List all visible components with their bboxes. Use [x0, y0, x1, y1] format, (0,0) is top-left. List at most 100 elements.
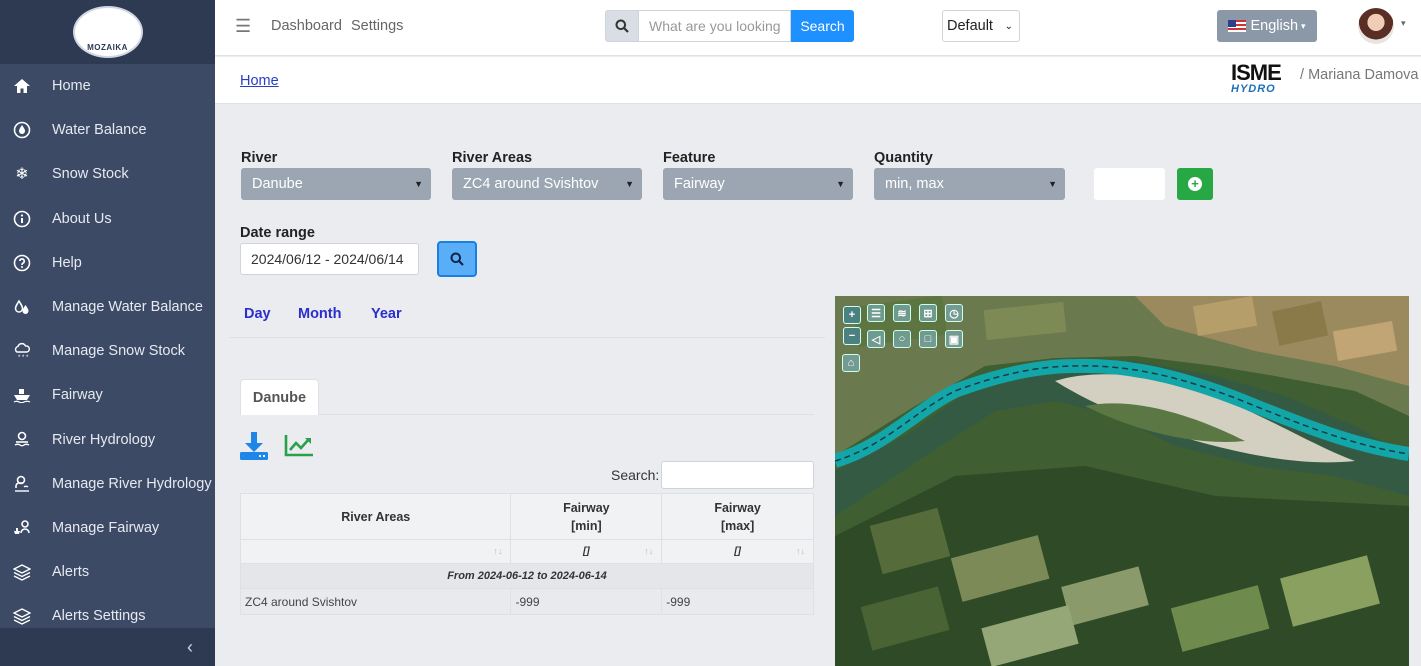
quantity-label: Quantity — [874, 150, 933, 166]
table-search-input[interactable] — [661, 461, 814, 489]
quantity-select[interactable]: min, max ▼ — [874, 168, 1065, 200]
sidebar-item-alerts[interactable]: Alerts — [0, 550, 215, 594]
sidebar-nav: Home Water Balance ❄ Snow Stock About Us … — [0, 64, 215, 638]
sidebar-item-label: Manage River Hydrology — [52, 475, 212, 492]
home-extent-icon[interactable]: ⌂ — [842, 354, 860, 372]
divider — [229, 337, 825, 338]
extra-value-input[interactable] — [1094, 168, 1165, 200]
caret-down-icon: ▼ — [625, 179, 634, 189]
add-filter-button[interactable]: + — [1177, 168, 1213, 200]
river-areas-label: River Areas — [452, 150, 533, 166]
date-range-input[interactable]: 2024/06/12 - 2024/06/14 — [240, 243, 419, 275]
sidebar-item-manage-snow-stock[interactable]: * * * Manage Snow Stock — [0, 329, 215, 373]
draw-circle-icon[interactable]: ○ — [893, 330, 911, 348]
sidebar-item-label: Fairway — [52, 387, 103, 404]
sort-icon[interactable]: ↑↓ — [493, 546, 502, 556]
sidebar-item-label: Manage Fairway — [52, 519, 160, 536]
sidebar-item-label: Home — [52, 78, 91, 95]
column-filter[interactable]: [] ↑↓ — [661, 539, 814, 564]
chart-line-icon[interactable] — [284, 433, 314, 460]
layers-icon[interactable]: ≋ — [893, 304, 911, 322]
isme-hydro-logo: ISME HYDRO — [1231, 62, 1293, 97]
hamburger-menu-icon[interactable]: ☰ — [235, 16, 251, 37]
snowflake-icon: ❄ — [15, 166, 29, 184]
sidebar-item-label: About Us — [52, 210, 112, 227]
breadcrumb: Home ISME HYDRO / Mariana Damova — [215, 57, 1421, 104]
sidebar-item-manage-river-hydrology[interactable]: Manage River Hydrology — [0, 462, 215, 506]
logo-subtext: HYDRO — [1231, 83, 1276, 95]
column-header-fairway-max[interactable]: Fairway [max] — [661, 493, 814, 540]
sidebar-logo[interactable]: MOZAIKA — [0, 0, 215, 64]
sort-icon[interactable]: ↑↓ — [796, 546, 805, 556]
sidebar-item-label: Manage Snow Stock — [52, 343, 185, 360]
column-filter[interactable]: [] ↑↓ — [510, 539, 663, 564]
home-icon — [12, 76, 32, 96]
sidebar-item-label: Alerts Settings — [52, 608, 146, 625]
water-drop-icon — [12, 120, 32, 140]
caret-down-icon: ▼ — [1048, 179, 1057, 189]
grid-icon[interactable]: ⊞ — [919, 304, 937, 322]
column-header-fairway-min[interactable]: Fairway [min] — [510, 493, 663, 540]
sidebar-item-fairway[interactable]: Fairway — [0, 373, 215, 417]
tab-day[interactable]: Day — [244, 306, 271, 322]
feature-label: Feature — [663, 150, 716, 166]
caret-down-icon[interactable]: ▾ — [1401, 18, 1406, 29]
sidebar-item-manage-water-balance[interactable]: Manage Water Balance — [0, 285, 215, 329]
river-label: River — [241, 150, 278, 166]
river-select-value: Danube — [252, 176, 303, 192]
zoom-out-button[interactable]: − — [843, 327, 861, 345]
breadcrumb-home-link[interactable]: Home — [240, 73, 279, 89]
quantity-select-value: min, max — [885, 176, 944, 192]
breadcrumb-user: / Mariana Damova — [1300, 67, 1419, 83]
tab-river-danube[interactable]: Danube — [240, 379, 319, 415]
download-icon[interactable] — [239, 431, 269, 464]
sidebar: MOZAIKA Home Water Balance ❄ Snow Stock A… — [0, 0, 215, 666]
sidebar-collapse-button[interactable]: ‹ — [0, 628, 215, 666]
sidebar-item-water-balance[interactable]: Water Balance — [0, 108, 215, 152]
river-areas-select-value: ZC4 around Svishtov — [463, 176, 599, 192]
table-header-row: River Areas Fairway [min] Fairway [max] — [239, 493, 814, 540]
tab-month[interactable]: Month — [298, 306, 341, 322]
mozaika-logo[interactable]: MOZAIKA — [72, 6, 143, 58]
column-filter[interactable]: ↑↓ — [239, 539, 512, 564]
table-filter-row: ↑↓ [] ↑↓ [] ↑↓ — [239, 539, 814, 564]
apply-filters-button[interactable] — [437, 241, 477, 277]
feature-select[interactable]: Fairway ▼ — [663, 168, 853, 200]
table-cell: -999 — [661, 588, 814, 615]
sidebar-item-manage-fairway[interactable]: Manage Fairway — [0, 506, 215, 550]
layers-settings-icon — [12, 606, 32, 626]
sort-icon[interactable]: ↑↓ — [644, 546, 653, 556]
column-header-river-areas[interactable]: River Areas — [239, 493, 512, 540]
nav-link-dashboard[interactable]: Dashboard — [271, 18, 342, 34]
sidebar-item-home[interactable]: Home — [0, 64, 215, 108]
search-icon — [605, 10, 639, 42]
divider — [319, 414, 814, 415]
search-button[interactable]: Search — [791, 10, 854, 42]
search-input[interactable] — [639, 10, 791, 42]
table-cell: -999 — [510, 588, 663, 615]
sidebar-item-label: Manage Water Balance — [52, 299, 203, 316]
river-areas-select[interactable]: ZC4 around Svishtov ▼ — [452, 168, 642, 200]
clock-icon[interactable]: ◷ — [945, 304, 963, 322]
svg-text:* * *: * * * — [18, 355, 29, 360]
language-dropdown[interactable]: English ▾ — [1217, 10, 1317, 42]
avatar[interactable] — [1358, 8, 1394, 44]
river-select[interactable]: Danube ▼ — [241, 168, 431, 200]
satellite-map[interactable]: + − ⌂ ☰ ≋ ⊞ ◷ ◁ ○ □ ▣ — [835, 296, 1409, 666]
nav-link-settings[interactable]: Settings — [351, 18, 403, 34]
table-row[interactable]: ZC4 around Svishtov -999 -999 — [239, 588, 814, 615]
image-export-icon[interactable]: ▣ — [945, 330, 963, 348]
tab-year[interactable]: Year — [371, 306, 402, 322]
draw-rectangle-icon[interactable]: □ — [919, 330, 937, 348]
sidebar-item-snow-stock[interactable]: ❄ Snow Stock — [0, 152, 215, 196]
legend-icon[interactable]: ☰ — [867, 304, 885, 322]
sidebar-item-river-hydrology[interactable]: River Hydrology — [0, 418, 215, 462]
zoom-in-button[interactable]: + — [843, 306, 861, 324]
draw-line-icon[interactable]: ◁ — [867, 330, 885, 348]
ship-icon — [12, 385, 32, 405]
sidebar-item-help[interactable]: Help — [0, 241, 215, 285]
sidebar-item-label: Alerts — [52, 564, 90, 581]
sidebar-item-about-us[interactable]: About Us — [0, 197, 215, 241]
profile-select[interactable]: Default ⌄ — [942, 10, 1020, 42]
global-search: Search — [605, 10, 854, 42]
